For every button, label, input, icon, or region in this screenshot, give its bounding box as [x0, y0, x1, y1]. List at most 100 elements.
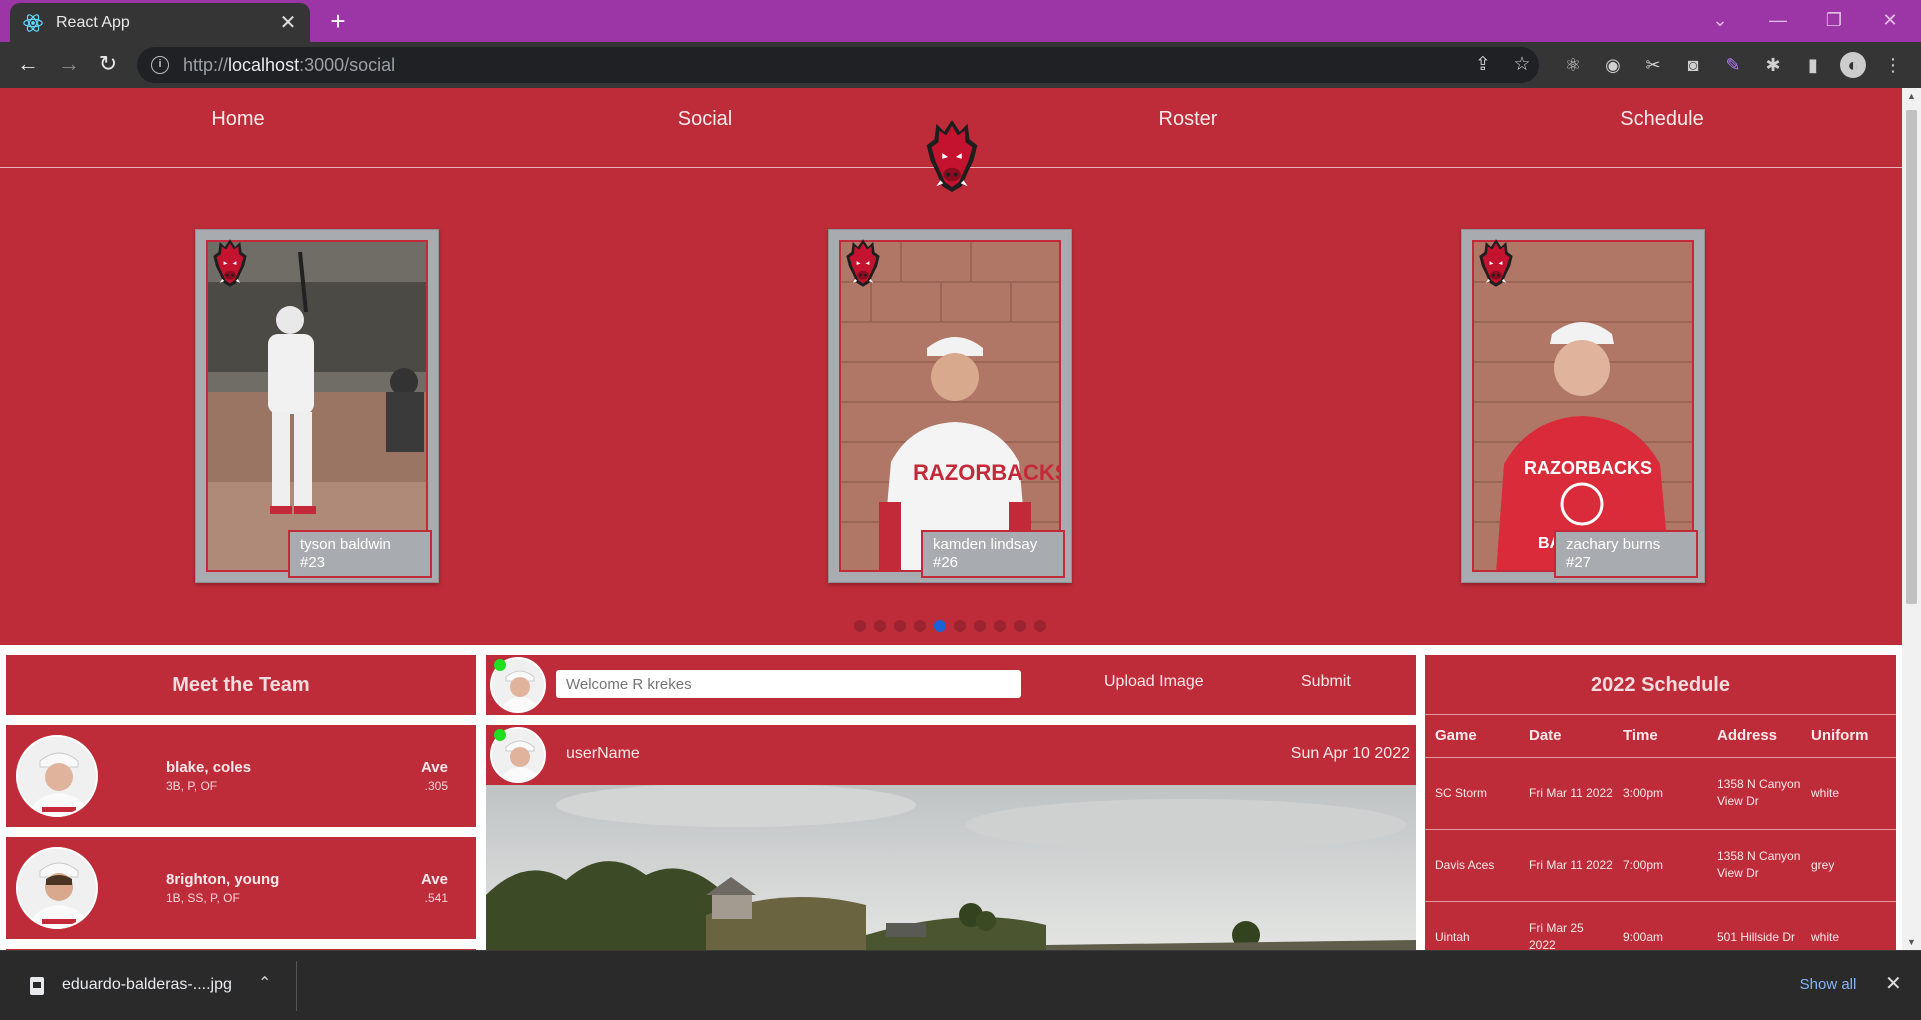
carousel-dot[interactable]	[894, 620, 906, 632]
share-icon[interactable]: ⇪	[1469, 51, 1497, 79]
new-tab-icon[interactable]: +	[322, 6, 354, 38]
page-scrollbar[interactable]: ▲ ▼	[1902, 88, 1921, 950]
post-date: Sun Apr 10 2022	[1290, 745, 1410, 762]
carousel-dot[interactable]	[1014, 620, 1026, 632]
player-number: #26	[933, 554, 959, 571]
react-devtools-extension-icon[interactable]: ⚛	[1560, 52, 1586, 78]
carousel-dot[interactable]	[914, 620, 926, 632]
minimize-icon[interactable]: —	[1754, 0, 1802, 42]
tab-title: React App	[56, 13, 130, 31]
tab-close-icon[interactable]: ✕	[278, 10, 298, 35]
column-header-time: Time	[1613, 715, 1707, 758]
avatar	[16, 735, 98, 817]
column-header-game: Game	[1425, 715, 1519, 758]
card-logo-icon	[846, 239, 880, 287]
player-card[interactable]: RAZORBACKS kamden lindsay #26	[828, 229, 1072, 583]
extension-circle-icon[interactable]: ◉	[1600, 52, 1626, 78]
post-composer: Upload Image Submit	[486, 655, 1416, 715]
side-panel-icon[interactable]: ▮	[1800, 52, 1826, 78]
back-icon[interactable]: ←	[13, 51, 43, 79]
scroll-down-icon[interactable]: ▼	[1902, 934, 1921, 950]
team-player-row[interactable]: blake, coles 3B, P, OF Ave .305	[6, 725, 476, 827]
cell-game: SC Storm	[1425, 757, 1519, 830]
address-bar[interactable]: i http://localhost:3000/social	[137, 47, 1539, 83]
scroll-up-icon[interactable]: ▲	[1902, 88, 1921, 104]
cell-date: Fri Mar 11 2022	[1519, 757, 1613, 830]
average-label: Ave	[421, 871, 448, 888]
bookmark-star-icon[interactable]: ☆	[1508, 51, 1536, 79]
avatar	[16, 847, 98, 929]
post-input[interactable]	[556, 670, 1021, 698]
browser-toolbar: ← → ↻ i http://localhost:3000/social ⇪ ☆…	[0, 42, 1921, 88]
schedule-panel: 2022 Schedule Game Date Time Address Uni…	[1425, 655, 1896, 950]
cell-uniform: white	[1801, 757, 1896, 830]
player-card[interactable]: tyson baldwin #23	[195, 229, 439, 583]
submit-button[interactable]: Submit	[1301, 673, 1351, 691]
carousel-dots	[854, 620, 1046, 632]
player-number: #27	[1566, 554, 1592, 571]
player-number: #23	[300, 554, 326, 571]
reload-icon[interactable]: ↻	[93, 51, 123, 79]
file-icon	[30, 977, 44, 995]
extension-scissors-icon[interactable]: ✂	[1640, 52, 1666, 78]
cell-uniform: white	[1801, 901, 1896, 950]
schedule-row: Uintah Fri Mar 25 2022 9:00am 501 Hillsi…	[1425, 901, 1896, 950]
player-name: zachary burns	[1566, 536, 1661, 553]
cell-address: 1358 N Canyon View Dr	[1707, 829, 1801, 902]
player-caption: kamden lindsay #26	[921, 530, 1065, 578]
nav-link-roster[interactable]: Roster	[1088, 108, 1288, 131]
show-all-button[interactable]: Show all	[1778, 965, 1878, 1005]
screenshot-camera-icon[interactable]: ◙	[1680, 52, 1706, 78]
carousel-dot[interactable]	[1034, 620, 1046, 632]
team-player-name: 8righton, young	[166, 871, 280, 888]
tab-search-icon[interactable]: ⌄	[1696, 0, 1744, 42]
hero-section: Home Social Roster Schedule tyson baldwi…	[0, 88, 1902, 645]
post-username[interactable]: userName	[566, 745, 640, 763]
cell-time: 9:00am	[1613, 901, 1707, 950]
nav-link-social[interactable]: Social	[605, 108, 805, 131]
upload-image-button[interactable]: Upload Image	[1104, 673, 1204, 691]
player-name: kamden lindsay	[933, 536, 1038, 553]
cell-date: Fri Mar 25 2022	[1519, 901, 1613, 950]
carousel-dot[interactable]	[994, 620, 1006, 632]
player-photo: RAZORBACKS	[839, 240, 1061, 572]
player-name: tyson baldwin	[300, 536, 391, 553]
browser-tab[interactable]: React App ✕	[10, 3, 310, 42]
carousel-dot[interactable]	[934, 620, 946, 632]
nav-link-home[interactable]: Home	[138, 108, 338, 131]
extension-feather-icon[interactable]: ✎	[1720, 52, 1746, 78]
column-header-uniform: Uniform	[1801, 715, 1896, 758]
window-close-icon[interactable]: ✕	[1866, 0, 1914, 42]
carousel-dot[interactable]	[954, 620, 966, 632]
post-image[interactable]	[486, 785, 1416, 950]
carousel-dot[interactable]	[974, 620, 986, 632]
chevron-up-icon[interactable]: ⌃	[258, 973, 271, 993]
scrollbar-thumb[interactable]	[1906, 110, 1917, 604]
url-text: http://localhost:3000/social	[183, 54, 396, 75]
carousel-dot[interactable]	[874, 620, 886, 632]
chrome-menu-icon[interactable]: ⋮	[1880, 52, 1906, 78]
close-download-bar-icon[interactable]: ✕	[1885, 971, 1902, 996]
cell-game: Davis Aces	[1425, 829, 1519, 902]
post-header: userName Sun Apr 10 2022	[486, 725, 1416, 785]
player-caption: tyson baldwin #23	[288, 530, 432, 578]
player-photo: RAZORBACKS BASEBALL	[1472, 240, 1694, 572]
meet-the-team-header: Meet the Team	[6, 655, 476, 715]
site-info-icon[interactable]: i	[151, 56, 169, 74]
team-player-name: blake, coles	[166, 759, 252, 776]
carousel-dot[interactable]	[854, 620, 866, 632]
nav-link-schedule[interactable]: Schedule	[1562, 108, 1762, 131]
download-bar: eduardo-balderas-....jpg ⌃ Show all ✕	[0, 950, 1921, 1020]
forward-icon[interactable]: →	[54, 51, 84, 79]
team-player-row[interactable]: 8righton, young 1B, SS, P, OF Ave .541	[6, 837, 476, 939]
razorback-logo[interactable]	[924, 118, 980, 194]
profile-avatar-icon[interactable]: ◐	[1840, 52, 1866, 78]
team-player-positions: 3B, P, OF	[166, 779, 218, 793]
browser-tab-bar: React App ✕ + ⌄ — ❐ ✕	[0, 0, 1921, 42]
player-card[interactable]: RAZORBACKS BASEBALL zachary burns #27	[1461, 229, 1705, 583]
extensions-puzzle-icon[interactable]: ✱	[1760, 52, 1786, 78]
download-file-name[interactable]: eduardo-balderas-....jpg	[62, 976, 232, 994]
restore-icon[interactable]: ❐	[1810, 0, 1858, 42]
cell-time: 3:00pm	[1613, 757, 1707, 830]
player-caption: zachary burns #27	[1554, 530, 1698, 578]
